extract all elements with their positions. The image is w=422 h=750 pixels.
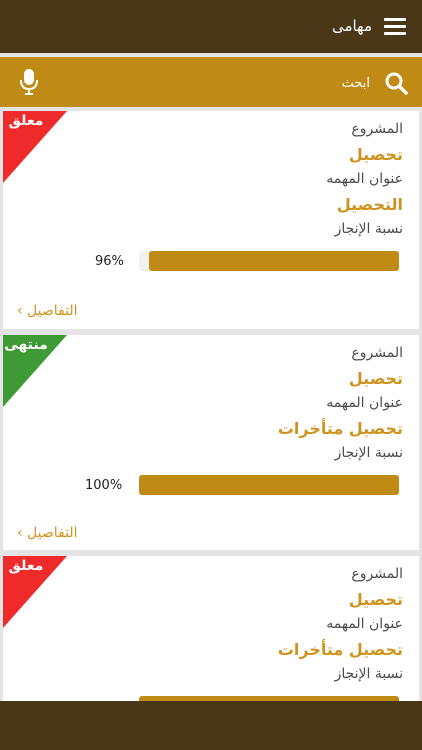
- progress-fill: [139, 475, 399, 495]
- project-label: المشروع: [351, 345, 403, 361]
- project-value: تحصيل: [348, 145, 403, 164]
- bottom-bar: [0, 701, 422, 750]
- task-card: معلق المشروع تحصيل عنوان المهمه التحصيل …: [3, 111, 419, 329]
- progress-bar: [139, 475, 399, 495]
- project-value: تحصيل: [348, 590, 403, 609]
- status-badge: معلق: [8, 113, 44, 129]
- hamburger-menu-icon[interactable]: [384, 18, 406, 36]
- page-title: مهامى: [331, 17, 372, 35]
- progress-percent: 96%: [95, 254, 124, 269]
- task-card: منتهى المشروع تحصيل عنوان المهمه تحصيل م…: [3, 335, 419, 550]
- task-title-value: تحصيل متأخرات: [277, 640, 403, 659]
- progress-percent: 100%: [85, 478, 123, 493]
- status-badge: منتهى: [4, 337, 48, 353]
- progress-label: نسبة الإنجاز: [334, 445, 403, 461]
- progress-label: نسبة الإنجاز: [334, 666, 403, 682]
- details-link[interactable]: التفاصيل ›: [17, 303, 78, 319]
- details-link[interactable]: التفاصيل ›: [17, 525, 78, 541]
- status-badge: معلق: [8, 558, 44, 574]
- task-title-label: عنوان المهمه: [326, 395, 403, 411]
- search-icon[interactable]: [384, 71, 408, 95]
- task-title-label: عنوان المهمه: [326, 616, 403, 632]
- progress-fill: [149, 251, 399, 271]
- microphone-icon[interactable]: [20, 69, 38, 95]
- top-app-bar: مهامى: [0, 0, 422, 53]
- task-title-value: التحصيل: [336, 195, 403, 214]
- task-card: معلق المشروع تحصيل عنوان المهمه تحصيل مت…: [3, 556, 419, 716]
- progress-bar: [139, 251, 399, 271]
- search-bar: [0, 57, 422, 107]
- project-label: المشروع: [351, 121, 403, 137]
- search-input[interactable]: [98, 69, 372, 97]
- task-title-label: عنوان المهمه: [326, 171, 403, 187]
- progress-label: نسبة الإنجاز: [334, 221, 403, 237]
- task-title-value: تحصيل متأخرات: [277, 419, 403, 438]
- project-label: المشروع: [351, 566, 403, 582]
- project-value: تحصيل: [348, 369, 403, 388]
